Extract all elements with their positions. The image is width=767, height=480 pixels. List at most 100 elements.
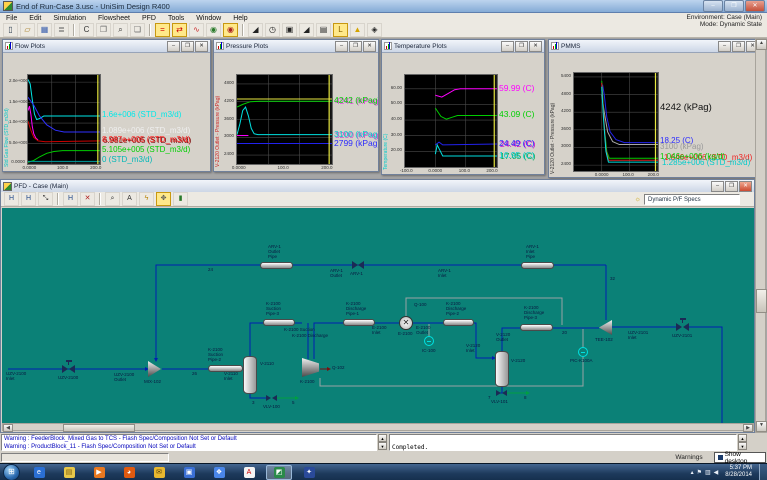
size-mode-button[interactable]: H: [21, 192, 36, 206]
save-case-button[interactable]: ▦: [37, 23, 52, 37]
minimize-button[interactable]: –: [718, 41, 731, 52]
pfd-valve-VLV-100[interactable]: [266, 395, 277, 402]
scroll-down-arrow[interactable]: ▼: [756, 421, 767, 432]
maximize-button[interactable]: ❐: [725, 181, 738, 192]
close-button[interactable]: ✕: [529, 41, 542, 52]
pfd-canvas[interactable]: ✕UZV-2100 InletUZV-2100UZV-2100 OutletMI…: [2, 208, 754, 426]
warnings-tool-button[interactable]: ▲: [350, 23, 365, 37]
menu-pfd[interactable]: PFD: [136, 15, 162, 22]
close-button[interactable]: ✕: [363, 41, 376, 52]
warnings-status[interactable]: Warnings: [666, 454, 712, 461]
close-button[interactable]: ✕: [195, 41, 208, 52]
zoom-tool-button[interactable]: ⌕: [105, 192, 120, 206]
optimizer-button[interactable]: ◈: [367, 23, 382, 37]
menu-edit[interactable]: Edit: [23, 15, 47, 22]
scroll-left-arrow[interactable]: ◀: [3, 424, 13, 432]
maximize-button[interactable]: ❐: [732, 41, 745, 52]
plot-temperature-area[interactable]: [404, 74, 498, 168]
plot-window-temperature[interactable]: Temperature Plots–❐✕Temperature (C)60.00…: [381, 39, 545, 175]
status-spinner[interactable]: ▲▼: [738, 434, 747, 450]
find-button[interactable]: ⌕: [113, 23, 128, 37]
pfd-valve-ARV-1[interactable]: [352, 261, 364, 269]
pfd-pipe-K-2100 Discharge Pipe-1[interactable]: [343, 319, 375, 326]
start-button[interactable]: ⊞: [3, 464, 20, 480]
scroll-up-arrow[interactable]: ▲: [756, 39, 767, 50]
scroll-right-arrow[interactable]: ▶: [743, 424, 753, 432]
tray-action-center-icon[interactable]: ⚑: [697, 469, 702, 476]
pfd-controller-IC-100[interactable]: [424, 336, 434, 346]
taskbar-outlook[interactable]: ✉: [146, 465, 172, 480]
new-case-button[interactable]: ▯: [3, 23, 18, 37]
minimize-button[interactable]: –: [167, 41, 180, 52]
pfd-valve-VLV-101[interactable]: [496, 390, 507, 397]
pfd-pipe-K-2100 Discharge Pipe-2[interactable]: [443, 319, 474, 326]
maximize-button[interactable]: ❐: [724, 0, 744, 12]
taskbar-network-app[interactable]: ✦: [296, 465, 322, 480]
pfd-cooler-E-2100[interactable]: ✕: [399, 316, 413, 330]
scroll-thumb[interactable]: [756, 289, 767, 313]
pfd-controller-PIC-K100A[interactable]: [578, 347, 588, 357]
resize-button[interactable]: ⤡: [38, 192, 53, 206]
ramp-button[interactable]: ◢: [248, 23, 263, 37]
break-connection-button[interactable]: H: [63, 192, 78, 206]
scroll-thumb[interactable]: [63, 424, 135, 432]
pfd-pipe-ARV-1 Inlet Pipe[interactable]: [521, 262, 554, 269]
minimize-button[interactable]: –: [711, 181, 724, 192]
quick-route-button[interactable]: ϟ: [139, 192, 154, 206]
pfd-vessel-V-2110[interactable]: [243, 356, 257, 394]
close-button[interactable]: ✕: [739, 181, 752, 192]
menu-window[interactable]: Window: [190, 15, 227, 22]
maximize-button[interactable]: ❐: [349, 41, 362, 52]
attach-mode-button[interactable]: H: [4, 192, 19, 206]
dynamic-specs-dropdown[interactable]: Dynamic P/F Specs: [644, 194, 740, 205]
plot-pmms-area[interactable]: [573, 72, 659, 172]
menu-file[interactable]: File: [0, 15, 23, 22]
plot-window-flow[interactable]: Flow Plots–❐✕Std Gas Flow (STD_m3/d)2.0e…: [2, 39, 211, 172]
menu-tools[interactable]: Tools: [162, 15, 190, 22]
dynamics-assistant-button[interactable]: ∿: [189, 23, 204, 37]
swap-attachments-button[interactable]: ✕: [80, 192, 95, 206]
tray-hidden-icons-icon[interactable]: ▴: [691, 469, 694, 476]
show-desktop-button[interactable]: [759, 464, 767, 480]
ramp2-button[interactable]: ◢: [299, 23, 314, 37]
tray-network-icon[interactable]: ▥: [705, 469, 711, 476]
plot-window-pressure[interactable]: Pressure Plots–❐✕V-2120 Outlet - Pressur…: [213, 39, 379, 172]
menu-flowsheet[interactable]: Flowsheet: [92, 15, 136, 22]
pfd-horizontal-scrollbar[interactable]: ◀▶: [2, 423, 754, 431]
workbook-button[interactable]: ❐: [96, 23, 111, 37]
taskbar-firefox[interactable]: ◕: [116, 465, 142, 480]
pfd-valve-UZV-2101[interactable]: [676, 323, 689, 331]
plot-window-pmms[interactable]: PMMS–❐✕V-2120 Outlet - Pressure (kPag)54…: [548, 39, 762, 178]
pfd-window[interactable]: PFD - Case (Main)–❐✕HH⤡H✕⌕Aϟ✥▮☼Dynamic P…: [0, 179, 755, 433]
print-button[interactable]: ≣: [54, 23, 69, 37]
maximize-button[interactable]: ❐: [515, 41, 528, 52]
plot-flow-area[interactable]: [27, 74, 101, 165]
minimize-button[interactable]: –: [703, 0, 723, 12]
minimize-button[interactable]: –: [335, 41, 348, 52]
taskbar-unisim-design[interactable]: ◩: [266, 465, 292, 480]
taskbar-windows-explorer[interactable]: ▤: [56, 465, 82, 480]
solver-active-button[interactable]: ⇄: [172, 23, 187, 37]
pfd-pipe-K-2100 Discharge Pipe-3[interactable]: [520, 324, 553, 331]
colour-scheme-button[interactable]: ▮: [173, 192, 188, 206]
mdi-vertical-scrollbar[interactable]: ▲ ▼: [755, 38, 766, 433]
tray-volume-icon[interactable]: ◀: [714, 469, 719, 476]
trace-window[interactable]: Warning : FeederBlock_Mixed Gas to TCS -…: [1, 434, 377, 451]
minimize-button[interactable]: –: [501, 41, 514, 52]
taskbar-internet-explorer[interactable]: e: [26, 465, 52, 480]
menu-help[interactable]: Help: [227, 15, 253, 22]
maximize-button[interactable]: ❐: [181, 41, 194, 52]
taskbar-acrobat-reader[interactable]: A: [236, 465, 262, 480]
copy-button[interactable]: C: [79, 23, 94, 37]
solver-hold-button[interactable]: =: [155, 23, 170, 37]
logger-button[interactable]: L: [333, 23, 348, 37]
menu-simulation[interactable]: Simulation: [47, 15, 92, 22]
taskbar-media-player[interactable]: ▶: [86, 465, 112, 480]
pfd-pipe-K-2100 Suction Pipe-3[interactable]: [263, 319, 295, 326]
open-case-button[interactable]: ▱: [20, 23, 35, 37]
event-scheduler-button[interactable]: ▣: [282, 23, 297, 37]
pfd-vessel-V-2120[interactable]: [495, 351, 509, 387]
pfd-valve-UZV-2100[interactable]: [62, 365, 75, 373]
taskbar-clock[interactable]: 5:37 PM 8/28/2014: [725, 465, 752, 479]
taskbar-devices[interactable]: ▣: [176, 465, 202, 480]
